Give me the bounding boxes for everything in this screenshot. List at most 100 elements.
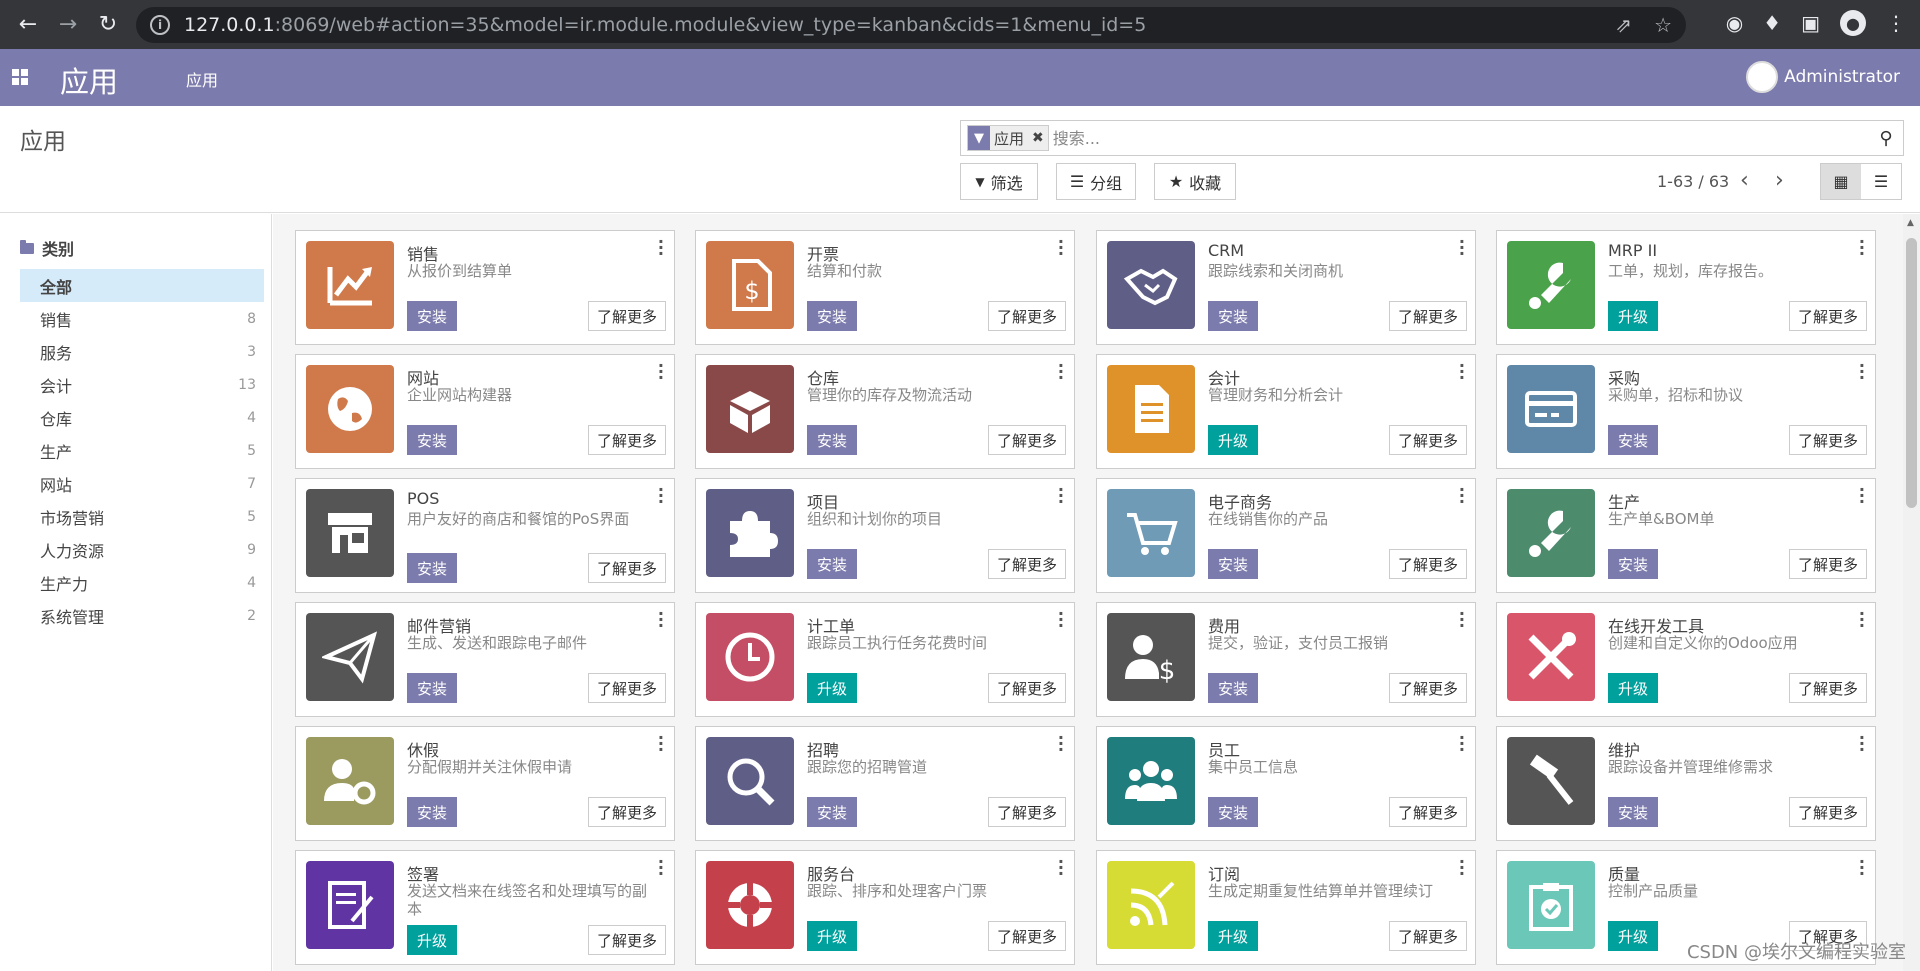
app-card[interactable]: 签署 发送文档来在线签名和处理填写的副本 · · · 升级 了解更多 bbox=[295, 850, 675, 965]
kebab-menu-icon[interactable]: · · · bbox=[1459, 606, 1465, 634]
back-icon[interactable]: ← bbox=[8, 4, 48, 44]
apps-grid-icon[interactable] bbox=[12, 69, 28, 85]
upgrade-button[interactable]: 升级 bbox=[807, 921, 858, 951]
install-button[interactable]: 安装 bbox=[1208, 549, 1259, 579]
upgrade-button[interactable]: 升级 bbox=[1608, 673, 1659, 703]
side-panel-icon[interactable]: ▣ bbox=[1801, 11, 1820, 35]
learn-more-button[interactable]: 了解更多 bbox=[587, 301, 666, 331]
kebab-menu-icon[interactable]: · · · bbox=[1058, 358, 1064, 386]
install-button[interactable]: 安装 bbox=[407, 301, 458, 331]
install-button[interactable]: 安装 bbox=[1608, 549, 1659, 579]
install-button[interactable]: 安装 bbox=[1208, 301, 1259, 331]
filter-button[interactable]: ▼ 筛选 bbox=[960, 163, 1038, 200]
kebab-menu-icon[interactable]: · · · bbox=[1459, 730, 1465, 758]
learn-more-button[interactable]: 了解更多 bbox=[587, 925, 666, 955]
kebab-menu-icon[interactable]: · · · bbox=[658, 234, 664, 262]
kebab-menu-icon[interactable]: · · · bbox=[1459, 234, 1465, 262]
kebab-menu-icon[interactable]: · · · bbox=[1459, 358, 1465, 386]
list-view-icon[interactable]: ☰ bbox=[1861, 164, 1901, 199]
scrollbar-thumb[interactable] bbox=[1906, 238, 1917, 508]
install-button[interactable]: 安装 bbox=[1608, 425, 1659, 455]
learn-more-button[interactable]: 了解更多 bbox=[1388, 549, 1467, 579]
kanban-view-icon[interactable]: ▦ bbox=[1821, 164, 1861, 199]
app-brand[interactable]: 应用 bbox=[60, 59, 118, 101]
app-card[interactable]: 采购 采购单，招标和协议 · · · 安装 了解更多 bbox=[1496, 354, 1876, 469]
upgrade-button[interactable]: 升级 bbox=[1208, 425, 1259, 455]
close-icon[interactable]: ✖ bbox=[1028, 126, 1048, 150]
app-card[interactable]: 生产 生产单&BOM单 · · · 安装 了解更多 bbox=[1496, 478, 1876, 593]
sidebar-item-2[interactable]: 服务 3 bbox=[20, 335, 264, 368]
sidebar-item-5[interactable]: 生产 5 bbox=[20, 434, 264, 467]
install-button[interactable]: 安装 bbox=[1608, 797, 1659, 827]
install-button[interactable]: 安装 bbox=[807, 797, 858, 827]
learn-more-button[interactable]: 了解更多 bbox=[1788, 673, 1867, 703]
pager-value[interactable]: 1-63 / 63 bbox=[1657, 172, 1729, 191]
app-card[interactable]: 会计 管理财务和分析会计 · · · 升级 了解更多 bbox=[1096, 354, 1476, 469]
sidebar-item-7[interactable]: 市场营销 5 bbox=[20, 500, 264, 533]
kebab-menu-icon[interactable]: · · · bbox=[658, 482, 664, 510]
sidebar-item-3[interactable]: 会计 13 bbox=[20, 368, 264, 401]
learn-more-button[interactable]: 了解更多 bbox=[987, 549, 1066, 579]
kebab-menu-icon[interactable]: · · · bbox=[1459, 854, 1465, 882]
install-button[interactable]: 安装 bbox=[407, 425, 458, 455]
learn-more-button[interactable]: 了解更多 bbox=[1788, 549, 1867, 579]
chevron-right-icon[interactable]: › bbox=[1775, 168, 1784, 193]
favorites-button[interactable]: ★ 收藏 bbox=[1154, 163, 1236, 200]
app-card[interactable]: 员工 集中员工信息 · · · 安装 了解更多 bbox=[1096, 726, 1476, 841]
learn-more-button[interactable]: 了解更多 bbox=[1388, 425, 1467, 455]
kebab-menu-icon[interactable]: · · · bbox=[1058, 482, 1064, 510]
search-icon[interactable]: ⚲ bbox=[1869, 128, 1903, 149]
app-card[interactable]: 网站 企业网站构建器 · · · 安装 了解更多 bbox=[295, 354, 675, 469]
sidebar-item-6[interactable]: 网站 7 bbox=[20, 467, 264, 500]
address-bar[interactable]: i 127.0.0.1:8069/web#action=35&model=ir.… bbox=[136, 7, 1686, 43]
app-card[interactable]: 仓库 管理你的库存及物流活动 · · · 安装 了解更多 bbox=[695, 354, 1075, 469]
search-input[interactable] bbox=[1052, 128, 1869, 148]
app-card[interactable]: 项目 组织和计划你的项目 · · · 安装 了解更多 bbox=[695, 478, 1075, 593]
app-card[interactable]: 计工单 跟踪员工执行任务花费时间 · · · 升级 了解更多 bbox=[695, 602, 1075, 717]
menu-apps[interactable]: 应用 bbox=[186, 67, 218, 91]
browser-menu-icon[interactable]: ⋮ bbox=[1886, 11, 1906, 35]
sidebar-item-10[interactable]: 系统管理 2 bbox=[20, 599, 264, 632]
install-button[interactable]: 安装 bbox=[407, 797, 458, 827]
sidebar-item-1[interactable]: 销售 8 bbox=[20, 302, 264, 335]
kebab-menu-icon[interactable]: · · · bbox=[1058, 854, 1064, 882]
scrollbar[interactable]: ▲ bbox=[1903, 214, 1920, 971]
sidebar-item-8[interactable]: 人力资源 9 bbox=[20, 533, 264, 566]
sidebar-item-4[interactable]: 仓库 4 bbox=[20, 401, 264, 434]
upgrade-button[interactable]: 升级 bbox=[807, 673, 858, 703]
install-button[interactable]: 安装 bbox=[1208, 673, 1259, 703]
sidebar-item-9[interactable]: 生产力 4 bbox=[20, 566, 264, 599]
kebab-menu-icon[interactable]: · · · bbox=[1058, 730, 1064, 758]
upgrade-button[interactable]: 升级 bbox=[1608, 921, 1659, 951]
install-button[interactable]: 安装 bbox=[1208, 797, 1259, 827]
learn-more-button[interactable]: 了解更多 bbox=[587, 425, 666, 455]
extension-glasses-icon[interactable]: ◉ bbox=[1726, 11, 1743, 35]
learn-more-button[interactable]: 了解更多 bbox=[1388, 673, 1467, 703]
share-icon[interactable]: ⇗ bbox=[1615, 13, 1632, 37]
app-card[interactable]: $ 费用 提交，验证，支付员工报销 · · · 安装 了解更多 bbox=[1096, 602, 1476, 717]
learn-more-button[interactable]: 了解更多 bbox=[1788, 301, 1867, 331]
app-card[interactable]: 休假 分配假期并关注休假申请 · · · 安装 了解更多 bbox=[295, 726, 675, 841]
kebab-menu-icon[interactable]: · · · bbox=[1058, 234, 1064, 262]
forward-icon[interactable]: → bbox=[48, 4, 88, 44]
kebab-menu-icon[interactable]: · · · bbox=[658, 730, 664, 758]
kebab-menu-icon[interactable]: · · · bbox=[1058, 606, 1064, 634]
learn-more-button[interactable]: 了解更多 bbox=[1788, 797, 1867, 827]
sidebar-item-0[interactable]: 全部 bbox=[20, 269, 264, 302]
bookmark-star-icon[interactable]: ☆ bbox=[1654, 13, 1672, 37]
app-card[interactable]: 招聘 跟踪您的招聘管道 · · · 安装 了解更多 bbox=[695, 726, 1075, 841]
app-card[interactable]: POS 用户友好的商店和餐馆的PoS界面 · · · 安装 了解更多 bbox=[295, 478, 675, 593]
learn-more-button[interactable]: 了解更多 bbox=[987, 301, 1066, 331]
app-card[interactable]: 电子商务 在线销售你的产品 · · · 安装 了解更多 bbox=[1096, 478, 1476, 593]
app-card[interactable]: CRM 跟踪线索和关闭商机 · · · 安装 了解更多 bbox=[1096, 230, 1476, 345]
learn-more-button[interactable]: 了解更多 bbox=[1388, 301, 1467, 331]
learn-more-button[interactable]: 了解更多 bbox=[1788, 425, 1867, 455]
app-card[interactable]: 邮件营销 生成、发送和跟踪电子邮件 · · · 安装 了解更多 bbox=[295, 602, 675, 717]
learn-more-button[interactable]: 了解更多 bbox=[1388, 921, 1467, 951]
scroll-up-icon[interactable]: ▲ bbox=[1907, 218, 1914, 228]
kebab-menu-icon[interactable]: · · · bbox=[658, 854, 664, 882]
kebab-menu-icon[interactable]: · · · bbox=[1859, 234, 1865, 262]
app-card[interactable]: 销售 从报价到结算单 · · · 安装 了解更多 bbox=[295, 230, 675, 345]
install-button[interactable]: 安装 bbox=[807, 301, 858, 331]
site-info-icon[interactable]: i bbox=[150, 15, 170, 35]
